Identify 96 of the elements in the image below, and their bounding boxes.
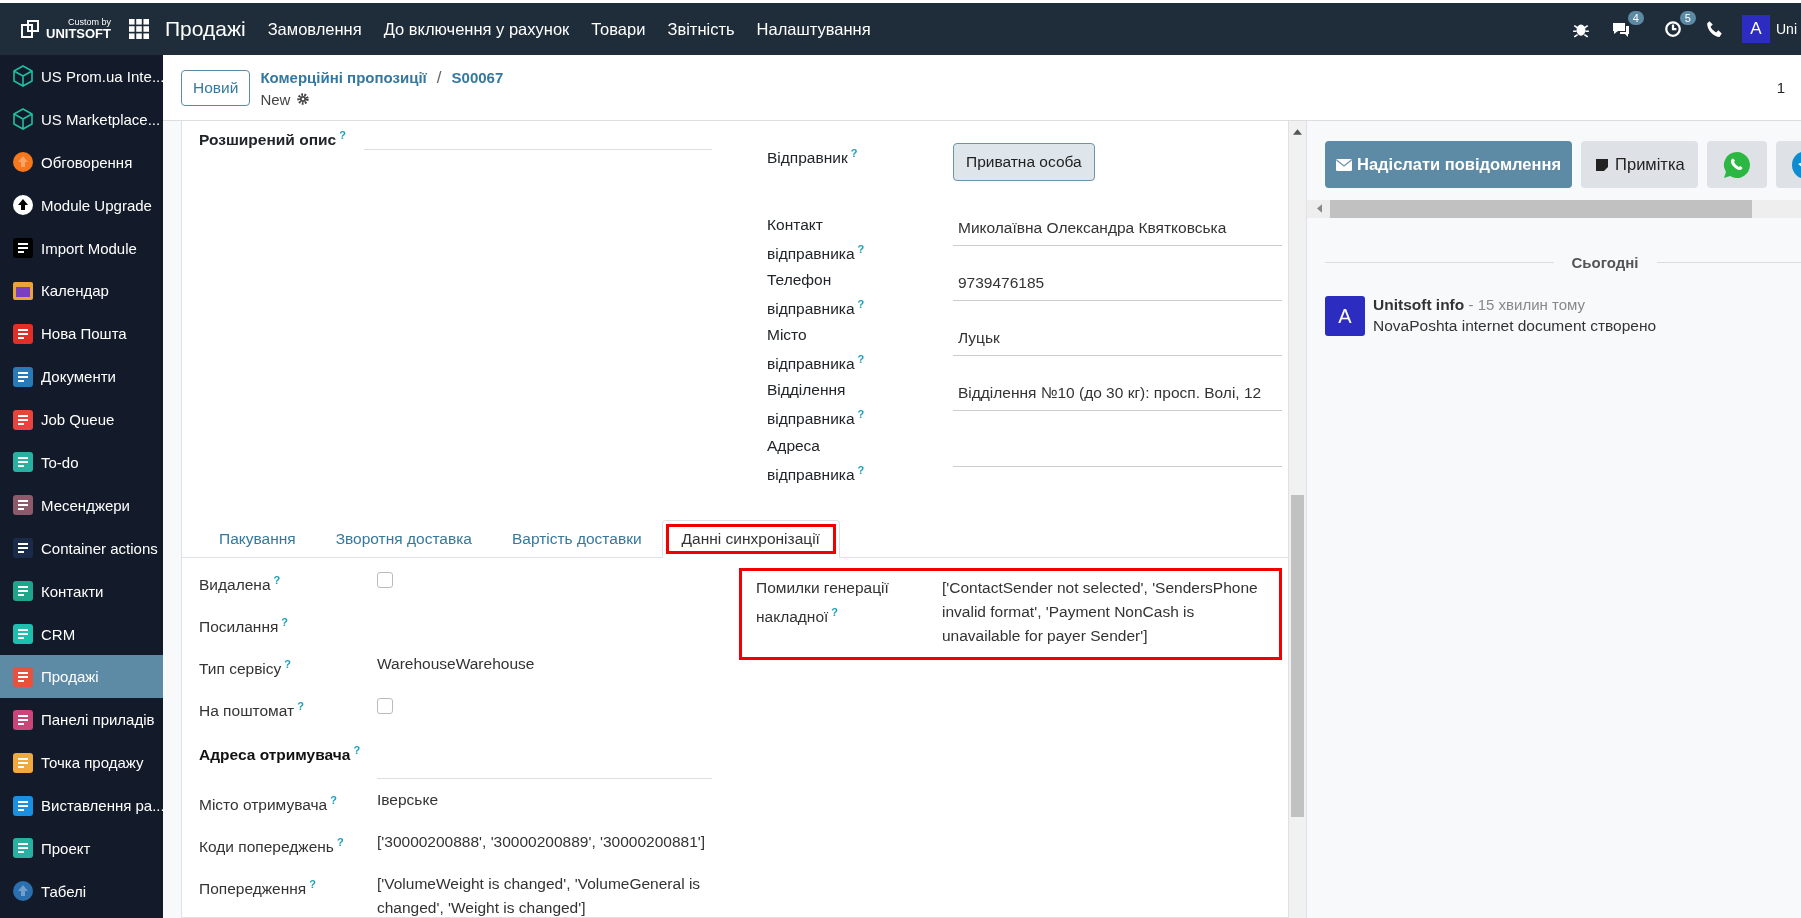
sidebar-item[interactable]: CRM [0,612,163,656]
user-name[interactable]: Uni [1776,21,1797,37]
sidebar-item[interactable]: US Marketplace... [0,97,163,141]
sidebar-item[interactable]: Job Queue [0,398,163,441]
whatsapp-button[interactable] [1706,141,1767,188]
tab[interactable]: Пакування [199,520,316,558]
apps-menu-icon[interactable] [129,19,149,39]
author-name: Unitsoft info [1373,296,1465,313]
user-avatar[interactable]: A [1742,15,1770,43]
field-value: ['VolumeWeight is changed', 'VolumeGeneral is changed', 'Weight is changed'] [377,874,702,918]
activity-count: 5 [1679,11,1696,25]
tab[interactable]: Зворотня доставка [315,520,492,558]
message-count: 4 [1627,11,1644,25]
new-button[interactable]: Новий [181,69,251,106]
sidebar-item[interactable]: Календар [0,269,163,313]
date-separator: Сьогодні [1571,254,1639,271]
input-field[interactable]: Відділення №10 (до 30 кг): просп. Волі, 12 [953,380,1282,412]
field-label: Місто відправника $^{?}$ [767,325,866,375]
field-label: Помилки генерації накладної $^{?}$ [756,578,890,628]
sidebar-item[interactable]: Нова Пошта [0,312,163,356]
input-field[interactable]: 9739476185 [953,270,1282,302]
record-status: New [260,90,291,108]
field-label: Контакт відправника $^{?}$ [767,215,866,265]
menu-item[interactable]: Замовлення [267,19,362,39]
breadcrumb-link[interactable]: Комерційні пропозиції [260,69,427,86]
field-label: Посилання $^{?}$ [199,615,290,638]
field-value: Іверське [377,790,439,810]
sidebar-item[interactable]: To-do [0,441,163,484]
author-avatar: A [1325,296,1365,336]
phone-icon[interactable] [1706,20,1724,38]
sidebar-item[interactable]: Module Upgrade [0,183,163,227]
message-text: NovaPoshta internet document створено [1373,317,1657,335]
checkbox[interactable] [377,698,393,714]
field-label: Розширений опис $^{?}$ [199,128,347,151]
menu-item[interactable]: Товари [591,19,646,39]
tab[interactable]: Данні синхронізації [661,520,840,558]
envelope-icon [1336,158,1352,171]
field-label: Коди попереджень $^{?}$ [199,835,345,858]
sidebar-item[interactable]: Виставлення ра... [0,784,163,828]
field-value: WarehouseWarehouse [377,654,536,674]
input-field[interactable]: Луцьк [953,325,1282,357]
field-label: Адреса отримувача $^{?}$ [199,743,362,766]
menu-item[interactable]: Звітність [667,19,735,39]
sidebar-item[interactable]: US Prom.ua Inte... [0,55,163,98]
field-label: Відправник $^{?}$ [767,146,859,169]
input-field[interactable]: Миколаївна Олександра Квятковська [953,215,1282,246]
record-name: S00067 [451,69,504,86]
sidebar-item[interactable]: Контакти [0,569,163,613]
sender-type-button[interactable]: Приватна особа [953,143,1095,181]
sidebar-item[interactable]: Обговорення [0,140,163,184]
logo-icon [20,19,40,39]
scrollbar[interactable] [1289,121,1306,918]
field-label: Телефон відправника $^{?}$ [767,270,866,320]
brand-name: UNITSOFT [46,27,111,40]
upload-circle-icon [11,193,35,218]
settings-icon[interactable] [296,92,311,106]
brand-logo[interactable]: Custom by UNITSOFT [0,18,129,40]
tab[interactable]: Вартість доставки [491,520,662,558]
menu-item[interactable]: До включення у рахунок [383,19,570,39]
sidebar-item[interactable]: Проект [0,827,163,870]
field-value: ['ContactSender not selected', 'SendersPhone invalid format', 'Payment NonCash is unavailable for payer Sender'] [942,578,1259,646]
app-title[interactable]: Продажі [165,17,246,41]
field-label: Адреса відправника $^{?}$ [767,435,866,485]
sidebar-item[interactable]: Продажі [0,655,163,699]
phone-bubble-icon [1721,149,1752,180]
scrollbar[interactable] [1307,200,1801,218]
pager-value[interactable]: 1 [1776,79,1785,96]
field-label: Місто отримувача $^{?}$ [199,793,338,816]
sidebar-item[interactable]: Документи [0,355,163,399]
sidebar-item[interactable]: Container actions [0,526,163,570]
menu-item[interactable]: Налаштування [756,19,871,39]
scroll-up-icon[interactable] [1293,129,1302,135]
cube-icon [11,107,35,132]
sidebar-item[interactable]: Import Module [0,226,163,270]
sidebar-item[interactable]: Панелі приладів [0,698,163,742]
field-label: Видалена $^{?}$ [199,573,282,596]
brand-caption: Custom by [67,18,111,27]
field-label: Відділення відправника $^{?}$ [767,380,866,430]
document-icon [11,236,35,260]
send-message-button[interactable]: Надіслати повідомлення [1325,141,1573,188]
breadcrumb-separator: / [436,67,442,88]
clock-icon[interactable] [1664,20,1682,38]
message-time: - 15 хвилин тому [1468,296,1586,313]
cube-icon [11,64,35,89]
note-icon [1594,158,1611,171]
field-value: ['30000200888', '30000200889', '30000200881'] [377,832,707,852]
field-label: Тип сервісу $^{?}$ [199,657,293,680]
sidebar-item[interactable]: Месенджери [0,483,163,527]
field-label: Попередження $^{?}$ [199,877,317,900]
sidebar-item[interactable]: Табелі [0,869,163,913]
scroll-left-icon[interactable] [1317,204,1322,213]
field-label: На поштомат $^{?}$ [199,699,305,722]
sidebar-item[interactable]: Точка продажу [0,741,163,785]
list-icon [11,407,35,432]
note-button[interactable]: Примітка [1581,141,1698,188]
checkbox[interactable] [377,572,393,588]
